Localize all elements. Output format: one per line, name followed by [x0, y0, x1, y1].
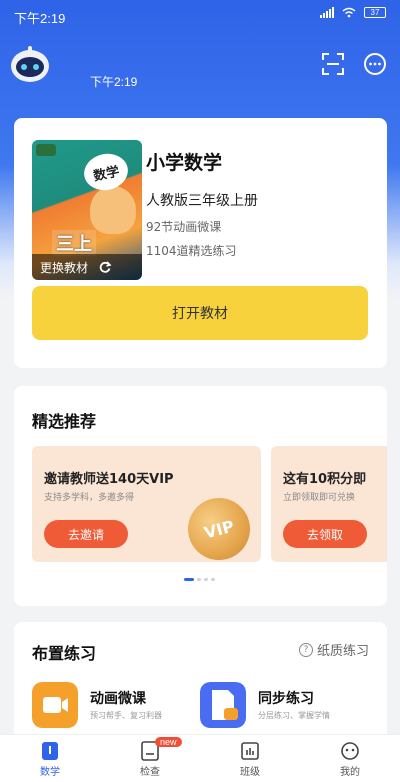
recommend-title: 精选推荐: [32, 412, 97, 431]
practice-title: 布置练习: [32, 644, 97, 663]
refresh-icon: [99, 261, 112, 273]
claim-button[interactable]: 去领取: [283, 520, 367, 548]
invite-button[interactable]: 去邀请: [44, 520, 128, 548]
book-title: 小学数学: [146, 152, 223, 174]
cover-illustration: [90, 186, 136, 234]
cover-grade: 三上: [52, 230, 96, 256]
textbook-card: 数学 三上 更换教材 小学数学 人教版三年级上册 92节动画微课 1104道精选…: [14, 118, 387, 368]
recommend-subtitle: 支持多学科，多邀多得: [44, 493, 135, 503]
battery-icon: 37: [364, 7, 386, 18]
vip-coin-icon: VIP: [181, 491, 257, 562]
tab-label: 数学: [40, 767, 60, 778]
book-lesson-count: 92节动画微课: [146, 220, 222, 234]
question-icon: ?: [298, 642, 313, 657]
class-icon: [241, 742, 259, 760]
status-icons: 37: [320, 7, 386, 18]
new-badge: new: [155, 737, 182, 747]
signal-icon: [320, 7, 334, 18]
open-textbook-button[interactable]: 打开教材: [32, 286, 368, 340]
practice-card: 布置练习 ? 纸质练习 动画微课 预习帮手、复习利器 同步练习 分层练习、掌握学…: [14, 622, 387, 742]
header-time: 下午2:19: [90, 75, 138, 89]
status-time: 下午2:19: [14, 11, 66, 26]
carousel-indicator: [184, 578, 215, 581]
recommend-heading: 邀请教师送140天VIP: [44, 472, 174, 487]
recommend-item-invite[interactable]: 邀请教师送140天VIP 支持多学科，多邀多得 去邀请 VIP: [32, 446, 261, 562]
wifi-icon: [342, 7, 356, 18]
bottom-tab-bar: 数学 new 检查 班级 我的: [0, 734, 400, 782]
recommend-heading: 这有10积分即: [283, 472, 367, 487]
message-icon[interactable]: [362, 51, 388, 77]
tab-profile[interactable]: 我的: [300, 735, 400, 782]
status-bar: 下午2:19 37: [0, 0, 400, 30]
paper-practice-link[interactable]: ? 纸质练习: [298, 640, 369, 659]
book-exercise-count: 1104道精选练习: [146, 244, 237, 258]
feature-title: 同步练习: [258, 691, 314, 707]
tab-check[interactable]: new 检查: [100, 735, 200, 782]
scan-icon[interactable]: [320, 51, 346, 77]
video-icon: [32, 682, 78, 728]
feature-subtitle: 分层练习、掌握学情: [258, 711, 330, 720]
book-cover[interactable]: 数学 三上 更换教材: [32, 140, 142, 280]
document-icon: [200, 682, 246, 728]
tab-math[interactable]: 数学: [0, 735, 100, 782]
recommend-card: 精选推荐 邀请教师送140天VIP 支持多学科，多邀多得 去邀请 VIP 这有1…: [14, 386, 387, 606]
feature-title: 动画微课: [90, 691, 146, 707]
paper-practice-label: 纸质练习: [316, 644, 369, 659]
cover-subject-badge: 数学: [80, 149, 132, 195]
change-textbook-label: 更换教材: [40, 260, 89, 275]
feature-subtitle: 预习帮手、复习利器: [90, 711, 162, 720]
home-icon: [42, 742, 58, 760]
change-textbook-button[interactable]: 更换教材: [32, 254, 142, 280]
publisher-logo: [36, 144, 56, 156]
avatar[interactable]: [8, 44, 52, 84]
profile-icon: [341, 742, 359, 760]
book-edition: 人教版三年级上册: [146, 193, 258, 209]
recommend-subtitle: 立即领取即可兑换: [283, 493, 356, 503]
tab-label: 我的: [340, 767, 360, 778]
recommend-item-points[interactable]: 这有10积分即 立即领取即可兑换 去领取: [271, 446, 387, 562]
tab-class[interactable]: 班级: [200, 735, 300, 782]
tab-label: 班级: [240, 767, 260, 778]
tab-label: 检查: [140, 767, 160, 778]
